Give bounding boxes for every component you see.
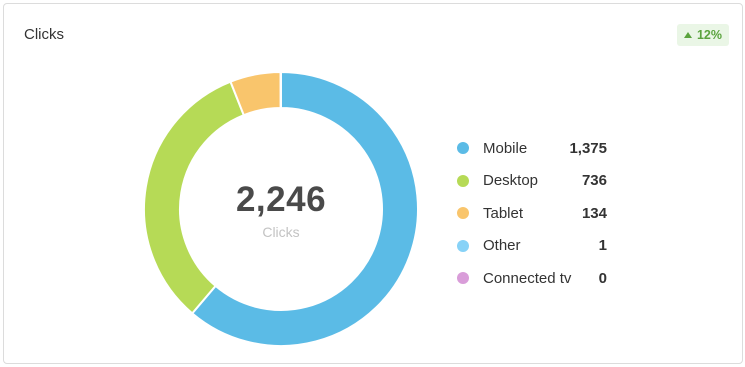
center-label: Clicks xyxy=(262,224,300,240)
legend-label: Tablet xyxy=(483,204,524,222)
trend-badge: 12% xyxy=(676,24,729,46)
legend-dot xyxy=(457,174,469,187)
legend-label: Mobile xyxy=(483,139,528,157)
legend-label: Desktop xyxy=(483,172,539,190)
legend-value: 736 xyxy=(581,172,607,190)
clicks-card: Clicks 12% 2,246 Clicks Mobile 1,375 Des… xyxy=(3,3,743,364)
legend-label: Other xyxy=(483,237,521,255)
trend-value: 12% xyxy=(696,28,722,42)
legend-item-mobile[interactable]: Mobile 1,375 xyxy=(457,132,607,165)
legend-item-other[interactable]: Other 1 xyxy=(457,230,607,263)
legend-value: 1 xyxy=(598,237,607,255)
arrow-up-icon xyxy=(683,32,692,38)
legend-value: 0 xyxy=(598,269,607,287)
legend: Mobile 1,375 Desktop 736 Tablet 134 Othe… xyxy=(457,132,607,295)
legend-value: 1,375 xyxy=(569,139,607,157)
legend-value: 134 xyxy=(581,204,607,222)
legend-dot xyxy=(457,272,469,285)
legend-dot xyxy=(457,142,469,155)
legend-dot xyxy=(457,207,469,220)
legend-item-connected-tv[interactable]: Connected tv 0 xyxy=(457,262,607,295)
legend-item-tablet[interactable]: Tablet 134 xyxy=(457,197,607,230)
legend-label: Connected tv xyxy=(483,269,572,287)
legend-dot xyxy=(457,239,469,252)
legend-item-desktop[interactable]: Desktop 736 xyxy=(457,165,607,198)
center-total: 2,246 xyxy=(235,180,327,219)
card-title: Clicks xyxy=(24,26,64,43)
donut-chart: 2,246 Clicks xyxy=(144,72,418,346)
